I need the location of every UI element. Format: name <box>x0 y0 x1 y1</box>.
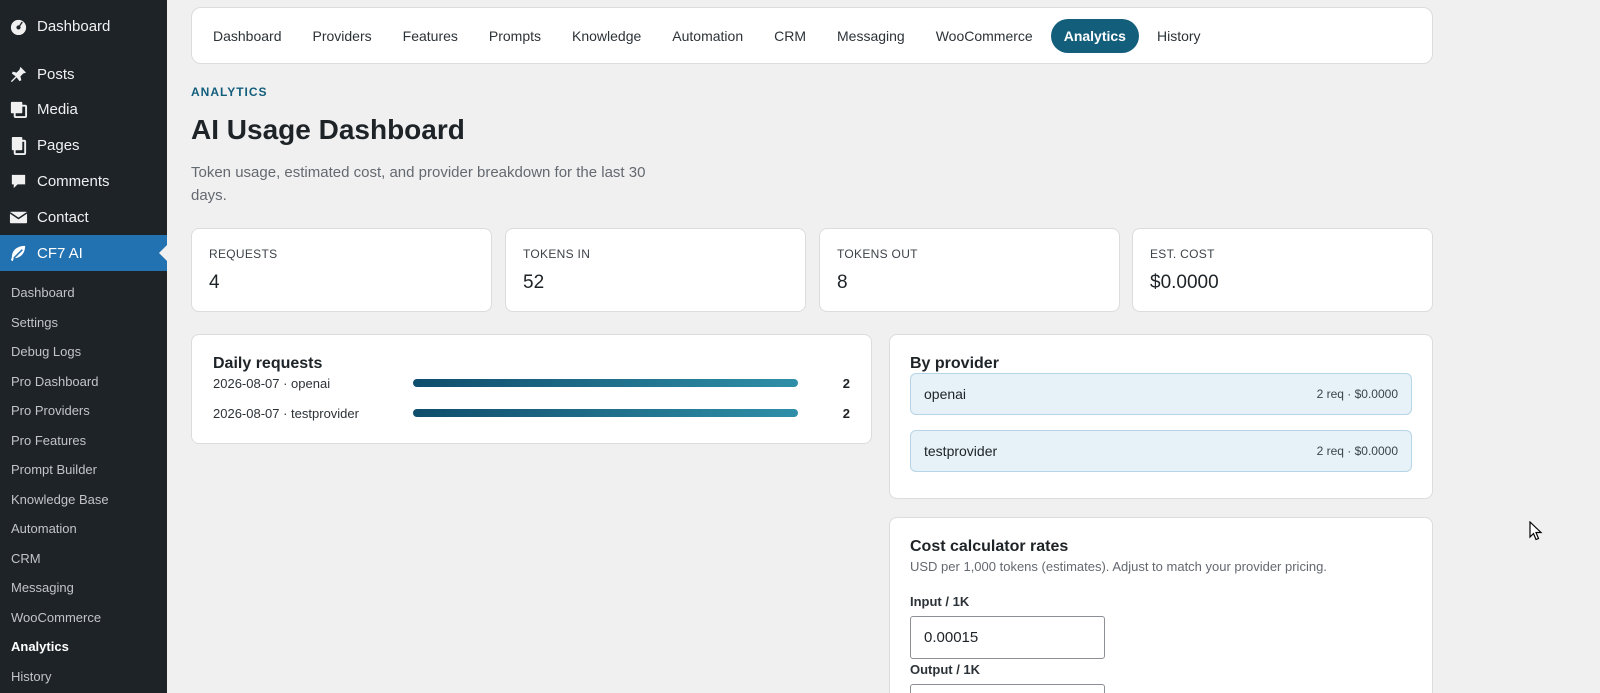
provider-stat: 2 req · $0.0000 <box>1316 387 1398 401</box>
submenu-pro-features[interactable]: Pro Features <box>11 433 86 448</box>
stat-label: EST. COST <box>1150 247 1215 261</box>
comments-icon <box>8 171 28 191</box>
submenu-woocommerce[interactable]: WooCommerce <box>11 610 101 625</box>
daily-row-count: 2 <box>842 406 850 421</box>
output-rate-label: Output / 1K <box>910 662 981 677</box>
menu-media[interactable]: Media <box>0 91 167 127</box>
tab-prompts[interactable]: Prompts <box>476 19 554 53</box>
input-rate-label: Input / 1K <box>910 594 970 609</box>
daily-row-label: 2026-08-07 · openai <box>213 376 331 391</box>
stat-card-tokens-out: TOKENS OUT 8 <box>819 228 1120 312</box>
card-title: By provider <box>910 355 999 372</box>
page-title: AI Usage Dashboard <box>191 114 465 145</box>
plugin-tab-bar: Dashboard Providers Features Prompts Kno… <box>191 7 1433 64</box>
mail-icon <box>8 207 28 227</box>
menu-posts[interactable]: Posts <box>0 56 167 92</box>
provider-name: openai <box>924 386 967 402</box>
submenu-analytics[interactable]: Analytics <box>11 639 69 654</box>
menu-pages[interactable]: Pages <box>0 127 167 163</box>
menu-dashboard[interactable]: Dashboard <box>0 8 167 44</box>
provider-row[interactable]: testprovider 2 req · $0.0000 <box>910 430 1412 472</box>
submenu-messaging[interactable]: Messaging <box>11 580 74 595</box>
stat-value: 8 <box>837 272 848 293</box>
stat-label: TOKENS OUT <box>837 247 918 261</box>
stat-label: TOKENS IN <box>523 247 591 261</box>
provider-name: testprovider <box>924 443 998 459</box>
tab-woocommerce[interactable]: WooCommerce <box>923 19 1046 53</box>
leaf-icon <box>8 243 28 263</box>
menu-cf7-ai[interactable]: CF7 AI <box>0 235 167 271</box>
by-provider-card: By provider openai 2 req · $0.0000 testp… <box>889 334 1433 499</box>
cost-calculator-card: Cost calculator rates USD per 1,000 toke… <box>889 517 1433 693</box>
admin-sidebar: Dashboard Posts Media Pages Comments Con… <box>0 0 167 693</box>
pages-icon <box>8 135 28 155</box>
stat-card-est-cost: EST. COST $0.0000 <box>1132 228 1433 312</box>
menu-contact[interactable]: Contact <box>0 199 167 235</box>
tab-knowledge[interactable]: Knowledge <box>559 19 654 53</box>
section-eyebrow: ANALYTICS <box>191 85 268 99</box>
card-title: Cost calculator rates <box>910 538 1069 555</box>
output-rate-field[interactable] <box>910 684 1105 693</box>
stat-card-requests: REQUESTS 4 <box>191 228 492 312</box>
calculator-description: USD per 1,000 tokens (estimates). Adjust… <box>910 559 1327 574</box>
menu-comments[interactable]: Comments <box>0 163 167 199</box>
daily-row-bar <box>413 409 798 417</box>
tab-messaging[interactable]: Messaging <box>824 19 918 53</box>
mouse-cursor-icon <box>1529 521 1543 541</box>
tab-dashboard[interactable]: Dashboard <box>200 19 295 53</box>
submenu-prompt-builder[interactable]: Prompt Builder <box>11 462 97 477</box>
daily-row-count: 2 <box>842 376 850 391</box>
tab-history[interactable]: History <box>1144 19 1214 53</box>
stat-value: 52 <box>523 272 545 293</box>
provider-row[interactable]: openai 2 req · $0.0000 <box>910 373 1412 415</box>
input-rate-field[interactable] <box>910 616 1105 659</box>
submenu-settings[interactable]: Settings <box>11 315 58 330</box>
tab-providers[interactable]: Providers <box>300 19 385 53</box>
tab-analytics[interactable]: Analytics <box>1050 18 1139 53</box>
page-subtitle: Token usage, estimated cost, and provide… <box>191 164 646 204</box>
tab-features[interactable]: Features <box>390 19 471 53</box>
daily-row-bar <box>413 379 798 387</box>
stat-label: REQUESTS <box>209 247 278 261</box>
submenu-pro-dashboard[interactable]: Pro Dashboard <box>11 374 98 389</box>
stat-value: 4 <box>209 272 220 293</box>
submenu-dashboard[interactable]: Dashboard <box>11 285 75 300</box>
card-title: Daily requests <box>213 355 323 372</box>
submenu-pro-providers[interactable]: Pro Providers <box>11 403 90 418</box>
submenu-history[interactable]: History <box>11 669 51 684</box>
daily-row-label: 2026-08-07 · testprovider <box>213 406 359 421</box>
submenu-automation[interactable]: Automation <box>11 521 77 536</box>
pin-icon <box>8 64 28 84</box>
provider-stat: 2 req · $0.0000 <box>1316 444 1398 458</box>
tab-crm[interactable]: CRM <box>761 19 819 53</box>
media-icon <box>8 99 28 119</box>
daily-requests-card: Daily requests 2026-08-07 · openai 2 202… <box>191 334 872 444</box>
stat-value: $0.0000 <box>1150 272 1219 293</box>
stat-card-tokens-in: TOKENS IN 52 <box>505 228 806 312</box>
tab-automation[interactable]: Automation <box>659 19 756 53</box>
submenu-debug-logs[interactable]: Debug Logs <box>11 344 81 359</box>
dashboard-icon <box>8 16 28 36</box>
submenu-crm[interactable]: CRM <box>11 551 41 566</box>
submenu-knowledge-base[interactable]: Knowledge Base <box>11 492 109 507</box>
